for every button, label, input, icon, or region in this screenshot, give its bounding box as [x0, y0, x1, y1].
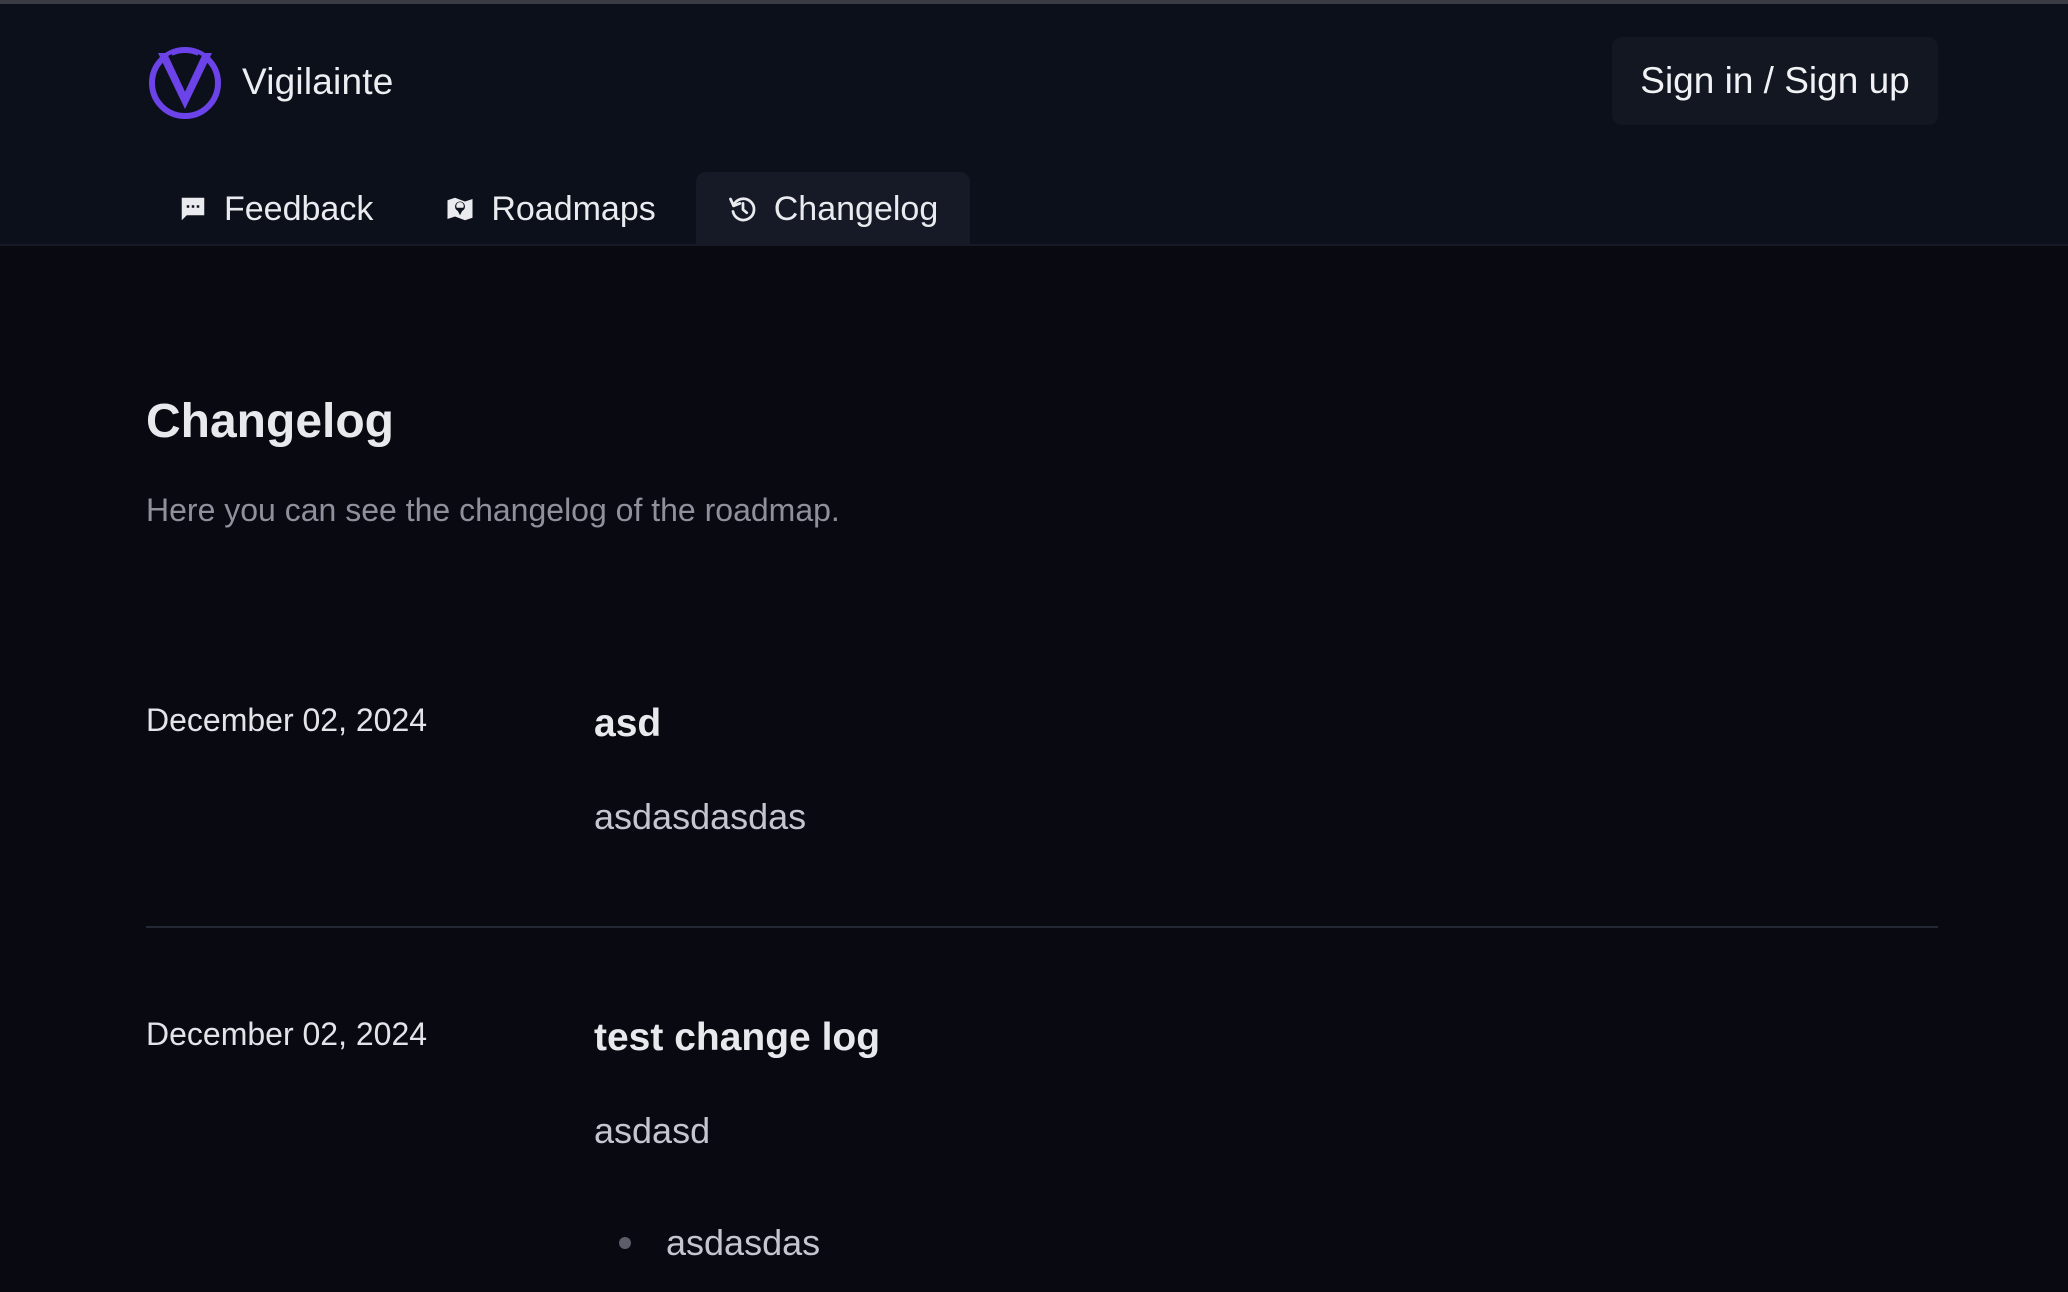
- tab-label: Changelog: [773, 189, 939, 228]
- brand-name: Vigilainte: [242, 61, 394, 102]
- entry-body: asdasdasdas: [594, 796, 807, 837]
- history-clock-icon: [728, 197, 756, 222]
- bullet-text: asdasdas: [666, 1222, 821, 1263]
- entry-date: December 02, 2024: [146, 1016, 428, 1052]
- tab-roadmaps[interactable]: Roadmaps: [413, 172, 687, 246]
- bullet-item: asdasdas: [594, 1222, 820, 1264]
- tab-feedback[interactable]: Feedback: [146, 172, 405, 246]
- entry-date: December 02, 2024: [146, 702, 428, 738]
- map-pin-icon: [447, 197, 473, 221]
- bullet-dot: [619, 1237, 631, 1249]
- sign-in-button[interactable]: Sign in / Sign up: [1612, 37, 1938, 125]
- tab-changelog[interactable]: Changelog: [695, 172, 971, 246]
- chat-bubble-icon: [181, 197, 205, 221]
- tab-label: Feedback: [224, 189, 374, 228]
- tab-label: Roadmaps: [491, 189, 656, 228]
- site-header: Vigilainte Sign in / Sign up Feedback Ro…: [0, 4, 2068, 246]
- entry-title: asd: [594, 702, 662, 745]
- page-subtitle: Here you can see the changelog of the ro…: [146, 492, 840, 528]
- entry-title: test change log: [594, 1016, 881, 1059]
- main-nav: Feedback Roadmaps Changelog: [146, 172, 971, 246]
- entry-bullet-list: asdasdas: [594, 1222, 820, 1264]
- entry-divider: [146, 926, 1938, 928]
- v-shield-logo-icon: [149, 47, 221, 119]
- brand[interactable]: Vigilainte: [146, 42, 393, 122]
- page-title: Changelog: [146, 395, 394, 448]
- entry-body: asdasd: [594, 1110, 711, 1151]
